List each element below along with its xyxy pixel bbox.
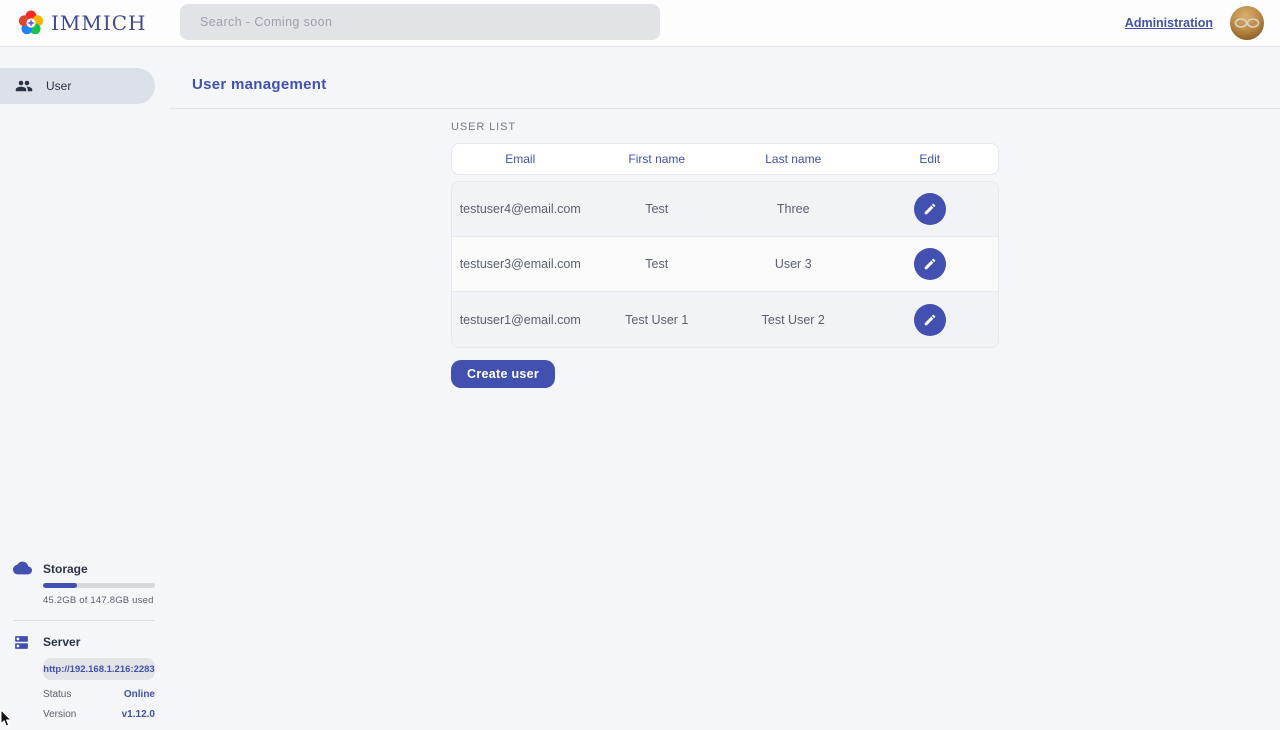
storage-progress-bar	[43, 583, 155, 588]
title-divider	[170, 108, 1280, 109]
top-bar: IMMICH Administration	[0, 0, 1280, 47]
main-content: User management USER LIST Email First na…	[170, 47, 1280, 730]
immich-logo[interactable]: IMMICH	[18, 10, 147, 36]
page-title: User management	[170, 47, 1280, 93]
edit-user-button[interactable]	[914, 193, 946, 225]
user-first-name: Test User 1	[589, 313, 726, 327]
table-row: testuser3@email.com Test User 3	[452, 237, 998, 292]
sidebar-divider	[13, 620, 155, 621]
status-label: Status	[43, 689, 71, 700]
sidebar-item-user[interactable]: User	[0, 68, 155, 104]
edit-user-button[interactable]	[914, 304, 946, 336]
user-first-name: Test	[589, 202, 726, 216]
cloud-icon	[13, 561, 32, 580]
user-last-name: Test User 2	[725, 313, 862, 327]
admin-sidebar: User Storage 45.2GB of 147.8GB used	[0, 47, 170, 730]
version-value: v1.12.0	[122, 709, 155, 720]
mouse-cursor	[0, 709, 14, 730]
user-table-body: testuser4@email.com Test Three testuser3…	[451, 181, 999, 348]
column-header-last-name: Last name	[725, 152, 862, 166]
status-value: Online	[124, 689, 155, 700]
user-email: testuser3@email.com	[452, 257, 589, 271]
user-email: testuser4@email.com	[452, 202, 589, 216]
user-list-label: USER LIST	[451, 121, 999, 133]
storage-panel: Storage 45.2GB of 147.8GB used	[0, 561, 170, 606]
table-row: testuser4@email.com Test Three	[452, 182, 998, 237]
column-header-edit: Edit	[862, 152, 999, 166]
server-version-row: Version v1.12.0	[43, 709, 155, 720]
storage-usage-text: 45.2GB of 147.8GB used	[43, 595, 170, 606]
server-panel: Server http://192.168.1.216:2283 Status …	[0, 634, 170, 720]
pencil-icon	[923, 202, 937, 216]
pencil-icon	[923, 313, 937, 327]
storage-progress-fill	[43, 583, 77, 588]
column-header-first-name: First name	[589, 152, 726, 166]
version-label: Version	[43, 709, 76, 720]
administration-link[interactable]: Administration	[1125, 16, 1213, 30]
user-table-header: Email First name Last name Edit	[451, 143, 999, 175]
users-icon	[15, 77, 33, 95]
create-user-button[interactable]: Create user	[451, 360, 555, 388]
server-url-badge: http://192.168.1.216:2283	[43, 658, 155, 680]
server-status-row: Status Online	[43, 689, 155, 700]
user-first-name: Test	[589, 257, 726, 271]
edit-user-button[interactable]	[914, 248, 946, 280]
server-title: Server	[43, 634, 170, 650]
glasses-shape	[1234, 17, 1260, 29]
sidebar-item-label: User	[46, 79, 71, 93]
user-avatar[interactable]	[1230, 6, 1264, 40]
column-header-email: Email	[452, 152, 589, 166]
user-email: testuser1@email.com	[452, 313, 589, 327]
table-row: testuser1@email.com Test User 1 Test Use…	[452, 292, 998, 347]
search-input[interactable]	[180, 4, 660, 40]
storage-title: Storage	[43, 561, 170, 577]
server-icon	[13, 634, 30, 656]
logo-wordmark: IMMICH	[51, 11, 147, 35]
pencil-icon	[923, 257, 937, 271]
immich-flower-icon	[18, 10, 44, 36]
user-last-name: Three	[725, 202, 862, 216]
user-last-name: User 3	[725, 257, 862, 271]
